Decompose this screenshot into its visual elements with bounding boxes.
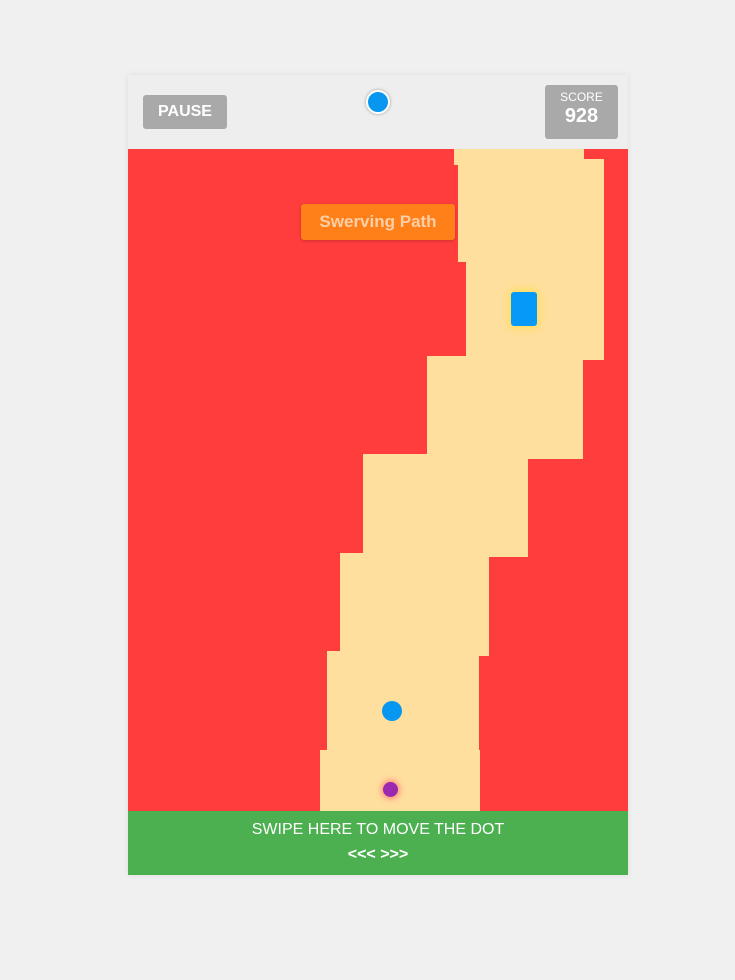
- score-label: SCORE: [560, 90, 603, 104]
- pause-button[interactable]: PAUSE: [143, 95, 227, 129]
- top-bar: PAUSE SCORE 928: [128, 75, 628, 149]
- score-box: SCORE 928: [545, 85, 618, 139]
- game-board: Swerving Path PAUSE SCORE 928 SWIPE HERE…: [128, 75, 628, 875]
- swipe-instruction: SWIPE HERE TO MOVE THE DOT: [251, 821, 505, 838]
- dot-indicator: [366, 90, 390, 114]
- level-name-banner: Swerving Path: [301, 204, 455, 240]
- score-value: 928: [564, 105, 599, 127]
- obstacle-block: [511, 292, 537, 326]
- path-segment: [340, 553, 489, 656]
- ball: [382, 701, 402, 721]
- player-dot[interactable]: [383, 782, 398, 797]
- path-segment: [327, 651, 479, 754]
- path-segment: [320, 750, 480, 820]
- path-segment: [458, 159, 604, 262]
- swipe-arrows: <<< >>>: [347, 846, 409, 863]
- swipe-control-area[interactable]: SWIPE HERE TO MOVE THE DOT <<< >>>: [128, 811, 628, 875]
- path-segment: [363, 454, 528, 557]
- path-segment: [427, 356, 583, 459]
